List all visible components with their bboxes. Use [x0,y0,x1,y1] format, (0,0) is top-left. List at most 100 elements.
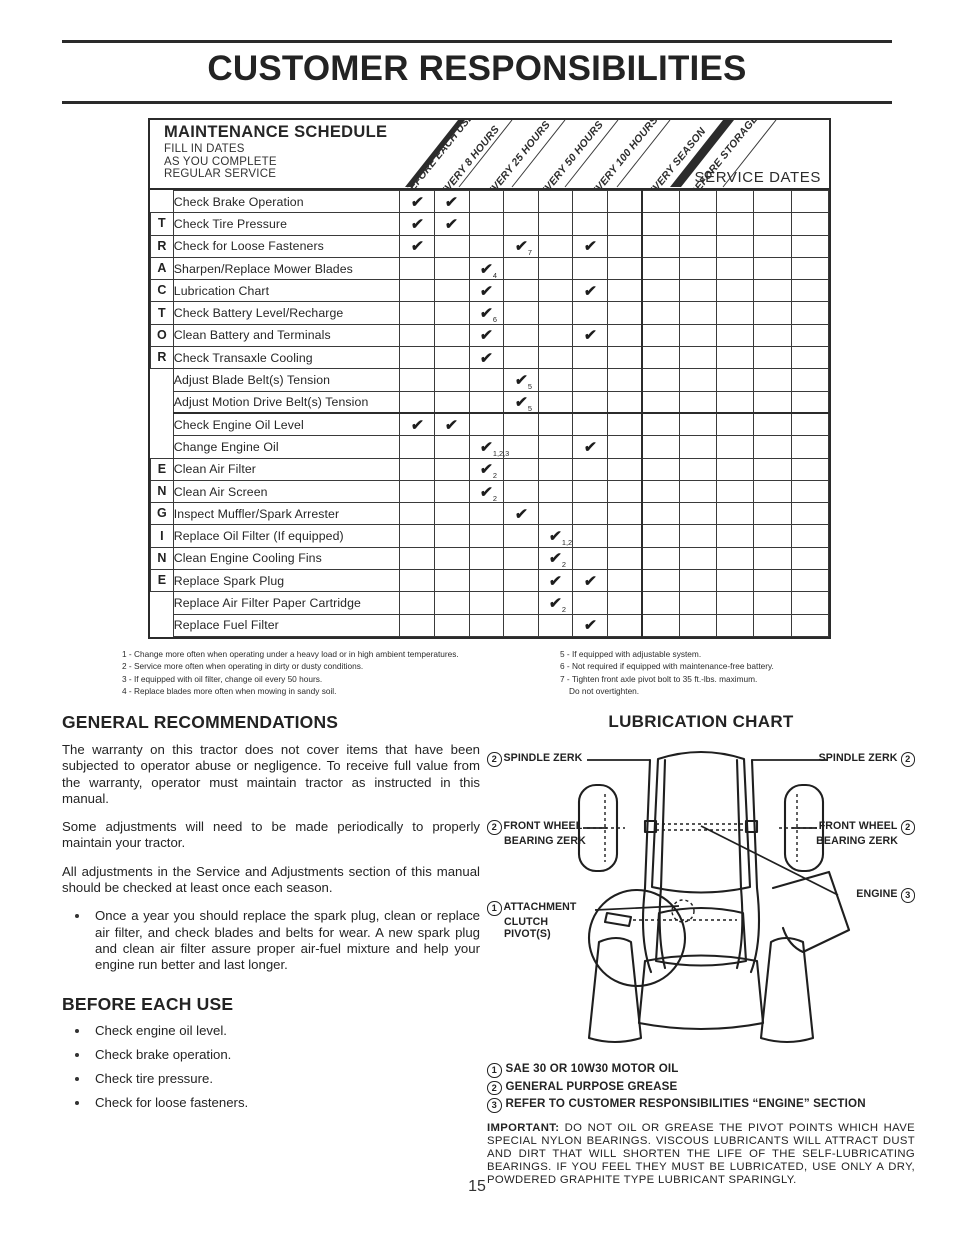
service-date-cell[interactable] [716,368,755,392]
service-date-cell[interactable] [753,591,792,615]
service-date-cell[interactable] [716,279,755,303]
service-date-cell[interactable] [641,524,680,548]
service-date-cell[interactable] [753,613,792,637]
service-date-cell[interactable] [641,346,680,370]
service-date-cell[interactable] [753,279,792,303]
service-date-cell[interactable] [678,256,718,281]
service-date-cell[interactable] [716,591,755,615]
service-date-cell[interactable] [716,189,755,214]
service-date-cell[interactable] [790,279,830,303]
service-date-cell[interactable] [753,546,792,571]
service-date-cell[interactable] [790,435,830,459]
service-date-cell[interactable] [790,301,830,325]
service-date-cell[interactable] [716,234,755,258]
service-date-cell[interactable] [716,613,755,637]
service-date-cell[interactable] [678,189,718,214]
service-date-cell[interactable] [716,502,755,526]
service-date-cell[interactable] [790,390,830,414]
service-date-cell[interactable] [790,591,830,615]
service-date-cell[interactable] [716,346,755,370]
service-date-cell[interactable] [641,479,680,504]
service-date-cell[interactable] [641,368,680,392]
service-date-cell[interactable] [641,279,680,303]
service-date-cell[interactable] [716,435,755,459]
service-date-cell[interactable] [678,212,718,236]
service-date-cell[interactable] [753,524,792,548]
service-date-cell[interactable] [641,546,680,571]
service-date-cell[interactable] [641,613,680,637]
service-date-cell[interactable] [790,479,830,504]
service-date-cell[interactable] [641,212,680,236]
service-date-cell[interactable] [716,569,755,593]
service-date-cell[interactable] [753,234,792,258]
service-date-cell[interactable] [790,234,830,258]
service-date-cell[interactable] [716,457,755,481]
service-date-cell[interactable] [641,591,680,615]
service-date-cell[interactable] [678,546,718,571]
service-date-cell[interactable] [753,569,792,593]
service-date-cell[interactable] [678,479,718,504]
service-date-cell[interactable] [753,256,792,281]
service-date-cell[interactable] [641,502,680,526]
service-date-cell[interactable] [641,457,680,481]
service-date-cell[interactable] [678,279,718,303]
service-date-cell[interactable] [790,189,830,214]
service-date-cell[interactable] [678,301,718,325]
service-date-cell[interactable] [753,479,792,504]
service-date-cell[interactable] [716,412,755,437]
service-date-cell[interactable] [641,234,680,258]
service-date-cell[interactable] [790,546,830,571]
service-date-cell[interactable] [641,323,680,348]
service-date-cell[interactable] [753,435,792,459]
service-date-cell[interactable] [790,569,830,593]
service-date-cell[interactable] [753,502,792,526]
service-date-cell[interactable] [641,301,680,325]
service-date-cell[interactable] [641,412,680,437]
service-date-cell[interactable] [716,323,755,348]
service-date-cell[interactable] [678,323,718,348]
service-date-cell[interactable] [790,524,830,548]
service-date-cell[interactable] [790,412,830,437]
service-date-cell[interactable] [678,234,718,258]
service-date-cell[interactable] [641,435,680,459]
service-date-cell[interactable] [678,412,718,437]
service-date-cell[interactable] [753,412,792,437]
service-date-cell[interactable] [790,346,830,370]
service-date-cell[interactable] [790,256,830,281]
service-date-cell[interactable] [753,457,792,481]
service-date-cell[interactable] [716,390,755,414]
service-date-cell[interactable] [790,457,830,481]
service-date-cell[interactable] [753,390,792,414]
service-date-cell[interactable] [790,212,830,236]
service-date-cell[interactable] [641,390,680,414]
service-date-cell[interactable] [716,301,755,325]
service-date-cell[interactable] [678,435,718,459]
service-date-cell[interactable] [716,479,755,504]
service-date-cell[interactable] [716,212,755,236]
service-date-cell[interactable] [678,390,718,414]
service-date-cell[interactable] [716,524,755,548]
service-date-cell[interactable] [790,613,830,637]
service-date-cell[interactable] [678,613,718,637]
service-date-cell[interactable] [790,368,830,392]
service-date-cell[interactable] [753,346,792,370]
service-date-cell[interactable] [641,256,680,281]
service-date-cell[interactable] [641,189,680,214]
service-date-cell[interactable] [716,256,755,281]
service-date-cell[interactable] [716,546,755,571]
service-date-cell[interactable] [678,569,718,593]
service-date-cell[interactable] [790,323,830,348]
service-date-cell[interactable] [753,368,792,392]
service-date-cell[interactable] [678,591,718,615]
service-date-cell[interactable] [753,189,792,214]
service-date-cell[interactable] [678,368,718,392]
service-date-cell[interactable] [790,502,830,526]
service-date-cell[interactable] [753,212,792,236]
service-date-cell[interactable] [678,457,718,481]
service-date-cell[interactable] [753,323,792,348]
service-date-cell[interactable] [678,502,718,526]
service-date-cell[interactable] [753,301,792,325]
service-date-cell[interactable] [678,346,718,370]
service-date-cell[interactable] [641,569,680,593]
service-date-cell[interactable] [678,524,718,548]
